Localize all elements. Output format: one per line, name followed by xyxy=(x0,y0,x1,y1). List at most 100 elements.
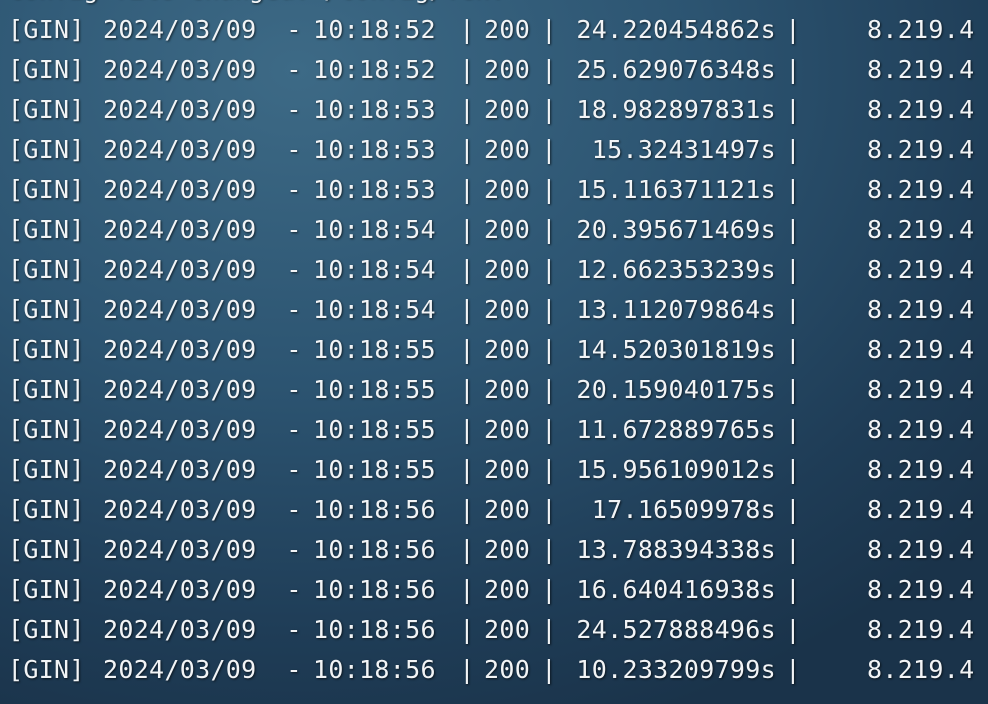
log-date: 2024/03/09 xyxy=(103,15,257,44)
log-date: 2024/03/09 xyxy=(103,255,257,284)
log-line: [GIN] 2024/03/09-10:18:55 | 200 | 15.95610901… xyxy=(8,450,987,490)
log-separator: | xyxy=(785,375,801,404)
log-duration: 17.16509978s xyxy=(591,495,776,524)
log-time: 10:18:55 xyxy=(313,415,436,444)
log-time: 10:18:56 xyxy=(313,495,436,524)
log-status: 200 xyxy=(484,215,531,244)
log-separator: | xyxy=(459,375,475,404)
terminal-window[interactable]: config file changed: /config/.env [GIN] 2… xyxy=(0,0,988,704)
log-time: 10:18:56 xyxy=(313,575,436,604)
log-time: 10:18:53 xyxy=(313,175,436,204)
log-client-ip: 8.219.4 xyxy=(867,135,975,164)
log-separator: | xyxy=(785,655,801,684)
log-line: [GIN] 2024/03/09-10:18:53 | 200 | 18.98289783… xyxy=(8,90,987,130)
log-status: 200 xyxy=(484,295,531,324)
log-separator: | xyxy=(459,175,475,204)
log-separator: | xyxy=(541,535,557,564)
log-status: 200 xyxy=(484,15,531,44)
log-time: 10:18:56 xyxy=(313,535,436,564)
log-status: 200 xyxy=(484,535,531,564)
log-time: 10:18:55 xyxy=(313,375,436,404)
log-client-ip: 8.219.4 xyxy=(867,495,975,524)
log-duration: 16.640416938s xyxy=(576,575,776,604)
log-prefix: [GIN] xyxy=(8,335,85,364)
log-prefix: [GIN] xyxy=(8,175,85,204)
log-separator: | xyxy=(785,335,801,364)
log-client-ip: 8.219.4 xyxy=(867,15,975,44)
log-duration: 25.629076348s xyxy=(576,55,776,84)
log-separator: | xyxy=(785,575,801,604)
log-dash: - xyxy=(286,535,302,564)
log-separator: | xyxy=(459,255,475,284)
log-status: 200 xyxy=(484,575,531,604)
log-time: 10:18:52 xyxy=(313,55,436,84)
log-line: [GIN] 2024/03/09-10:18:56 | 200 | 17.16509978… xyxy=(8,490,987,530)
log-client-ip: 8.219.4 xyxy=(867,295,975,324)
log-line: [GIN] 2024/03/09-10:18:54 | 200 | 20.39567146… xyxy=(8,210,987,250)
log-separator: | xyxy=(459,615,475,644)
log-date: 2024/03/09 xyxy=(103,175,257,204)
log-separator: | xyxy=(785,55,801,84)
log-separator: | xyxy=(459,455,475,484)
log-separator: | xyxy=(459,535,475,564)
log-time: 10:18:53 xyxy=(313,95,436,124)
log-dash: - xyxy=(286,295,302,324)
log-date: 2024/03/09 xyxy=(103,335,257,364)
log-duration: 24.527888496s xyxy=(576,615,776,644)
log-separator: | xyxy=(541,455,557,484)
log-line: [GIN] 2024/03/09-10:18:52 | 200 | 24.22045486… xyxy=(8,10,987,50)
log-separator: | xyxy=(785,175,801,204)
log-client-ip: 8.219.4 xyxy=(867,175,975,204)
log-separator: | xyxy=(459,135,475,164)
log-duration: 10.233209799s xyxy=(576,655,776,684)
log-duration: 13.112079864s xyxy=(576,295,776,324)
log-time: 10:18:55 xyxy=(313,335,436,364)
log-status: 200 xyxy=(484,455,531,484)
log-client-ip: 8.219.4 xyxy=(867,535,975,564)
log-client-ip: 8.219.4 xyxy=(867,575,975,604)
log-client-ip: 8.219.4 xyxy=(867,215,975,244)
log-separator: | xyxy=(785,215,801,244)
log-prefix: [GIN] xyxy=(8,295,85,324)
log-separator: | xyxy=(785,15,801,44)
log-output: [GIN] 2024/03/09-10:18:52 | 200 | 24.22045486… xyxy=(8,10,987,690)
log-client-ip: 8.219.4 xyxy=(867,95,975,124)
log-time: 10:18:54 xyxy=(313,255,436,284)
log-line: [GIN] 2024/03/09-10:18:55 | 200 | 14.52030181… xyxy=(8,330,987,370)
log-dash: - xyxy=(286,55,302,84)
log-prefix: [GIN] xyxy=(8,15,85,44)
log-status: 200 xyxy=(484,55,531,84)
log-line: [GIN] 2024/03/09-10:18:56 | 200 | 24.52788849… xyxy=(8,610,987,650)
partial-log-line: config file changed: /config/.env xyxy=(8,0,505,10)
log-duration: 12.662353239s xyxy=(576,255,776,284)
log-time: 10:18:53 xyxy=(313,135,436,164)
log-duration: 20.159040175s xyxy=(576,375,776,404)
log-duration: 11.672889765s xyxy=(576,415,776,444)
log-prefix: [GIN] xyxy=(8,415,85,444)
log-line: [GIN] 2024/03/09-10:18:53 | 200 | 15.11637112… xyxy=(8,170,987,210)
log-duration: 24.220454862s xyxy=(576,15,776,44)
log-duration: 15.116371121s xyxy=(576,175,776,204)
log-status: 200 xyxy=(484,255,531,284)
log-client-ip: 8.219.4 xyxy=(867,255,975,284)
log-separator: | xyxy=(459,495,475,524)
log-date: 2024/03/09 xyxy=(103,215,257,244)
log-date: 2024/03/09 xyxy=(103,495,257,524)
log-status: 200 xyxy=(484,95,531,124)
log-date: 2024/03/09 xyxy=(103,375,257,404)
log-separator: | xyxy=(541,575,557,604)
log-client-ip: 8.219.4 xyxy=(867,655,975,684)
log-time: 10:18:56 xyxy=(313,615,436,644)
log-date: 2024/03/09 xyxy=(103,135,257,164)
log-separator: | xyxy=(785,415,801,444)
log-client-ip: 8.219.4 xyxy=(867,335,975,364)
log-separator: | xyxy=(785,255,801,284)
log-dash: - xyxy=(286,415,302,444)
log-separator: | xyxy=(541,175,557,204)
log-separator: | xyxy=(459,295,475,324)
log-date: 2024/03/09 xyxy=(103,455,257,484)
log-separator: | xyxy=(459,55,475,84)
log-line: [GIN] 2024/03/09-10:18:56 | 200 | 10.23320979… xyxy=(8,650,987,690)
log-separator: | xyxy=(541,15,557,44)
log-separator: | xyxy=(459,215,475,244)
